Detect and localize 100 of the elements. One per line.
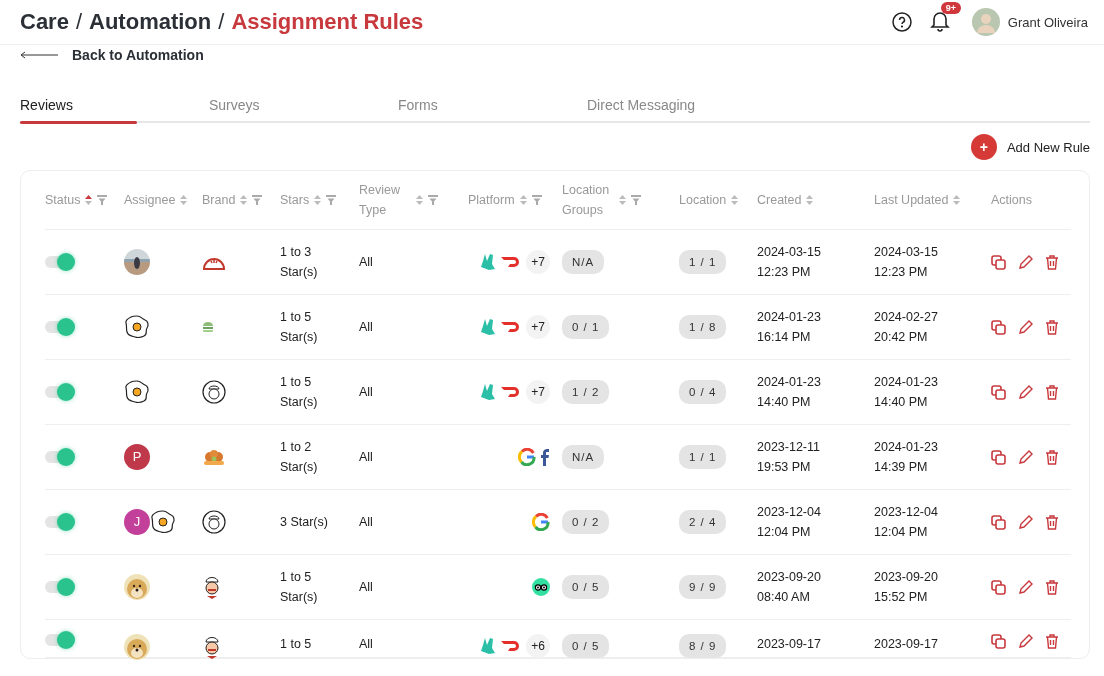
copy-icon[interactable] [991,634,1006,649]
copy-icon[interactable] [991,319,1006,335]
google-logo-icon [518,448,536,466]
status-toggle[interactable] [45,386,73,398]
column-header: Review Type [359,182,401,219]
copy-icon[interactable] [991,449,1006,465]
table-cell-text: All [359,636,373,653]
status-toggle[interactable] [45,321,73,333]
edit-icon[interactable] [1018,319,1033,335]
burger-icon [202,321,214,333]
copy-icon[interactable] [991,254,1006,270]
sort-ascending-icon[interactable] [85,194,93,206]
delete-icon[interactable] [1045,514,1059,530]
owl-logo-icon [532,578,550,596]
table-cell-text: 2024-01-23 14:39 PM [874,439,938,476]
breadcrumb-separator: / [218,9,225,35]
breadcrumb-link[interactable]: Automation [89,9,212,35]
table-cell-text: 2023-09-17 [757,636,821,653]
table-cell-text: 1 to 5 [280,636,312,653]
table-cell-text: 2024-01-23 14:40 PM [757,374,821,411]
google-logo-icon [532,513,550,531]
delete-icon[interactable] [1045,319,1059,335]
table-cell-text: 2023-09-17 [874,636,938,653]
count-pill: N/A [562,250,605,274]
dash-logo-icon [501,256,521,268]
facebook-logo-icon [540,448,550,466]
dash-logo-icon [501,321,521,333]
more-count: +7 [526,315,550,339]
table-cell-text: 2023-12-11 19:53 PM [757,439,820,476]
table-cell-text: 2024-03-15 12:23 PM [874,244,938,281]
bell-icon[interactable] [929,10,950,32]
table-cell-text: 2023-12-04 12:04 PM [874,504,938,541]
help-icon[interactable] [891,12,912,32]
column-header: Created [757,192,802,209]
count-pill: 1 / 8 [679,315,727,339]
table-cell-text: 1 to 5 Star(s) [280,569,318,606]
more-count: +7 [526,250,550,274]
table-cell-text: All [359,449,373,466]
edit-icon[interactable] [1018,579,1033,595]
delete-icon[interactable] [1045,449,1059,465]
copy-icon[interactable] [991,579,1006,595]
count-pill: 2 / 4 [679,510,727,534]
column-header: Last Updated [874,192,949,209]
count-pill: 0 / 4 [679,380,727,404]
status-toggle[interactable] [45,451,73,463]
table-cell-text: All [359,514,373,531]
tab[interactable]: Surveys [209,97,398,123]
table-cell-text: 1 to 2 Star(s) [280,439,318,476]
edit-icon[interactable] [1018,384,1033,400]
back-link[interactable]: Back to Automation [20,47,204,63]
edit-icon[interactable] [1018,449,1033,465]
edit-icon[interactable] [1018,634,1033,649]
delete-icon[interactable] [1045,579,1059,595]
table-cell-text: All [359,384,373,401]
food-bowl-icon [202,447,226,467]
copy-icon[interactable] [991,514,1006,530]
assignee-avatar: P [124,444,150,470]
tab[interactable]: Direct Messaging [587,97,787,123]
column-header: Actions [991,192,1032,209]
table-cell-text: All [359,254,373,271]
delete-icon[interactable] [1045,634,1059,649]
count-pill: N/A [562,445,605,469]
count-pill: 0 / 5 [562,575,610,599]
edit-icon[interactable] [1018,514,1033,530]
table-cell-text: 1 to 5 Star(s) [280,309,318,346]
edit-icon[interactable] [1018,254,1033,270]
copy-icon[interactable] [991,384,1006,400]
column-header: Status [45,192,81,209]
table-cell-text: 2024-03-15 12:23 PM [757,244,821,281]
table-cell-text: 2023-12-04 12:04 PM [757,504,821,541]
table-cell-text: 1 to 3 Star(s) [280,244,318,281]
fried-egg-icon [150,509,176,535]
tab[interactable]: Reviews [20,97,209,123]
status-toggle[interactable] [45,516,73,528]
table-cell-text: 1 to 5 Star(s) [280,374,318,411]
more-count: +7 [526,380,550,404]
count-pill: 0 / 1 [562,315,610,339]
status-toggle[interactable] [45,581,73,593]
column-header: Location Groups [562,182,611,219]
add-rule-button[interactable]: + Add New Rule [970,134,1090,160]
user-name[interactable]: Grant Oliveira [1007,14,1088,30]
table-cell-text: 3 Star(s) [280,514,328,531]
arrow-left-icon [20,51,58,59]
status-toggle[interactable] [45,256,73,268]
breadcrumb-separator: / [75,9,83,35]
count-pill: 0 / 2 [562,510,610,534]
breadcrumb-link[interactable]: Care [20,9,69,35]
status-toggle[interactable] [45,634,73,646]
table-cell-text: 2024-02-27 20:42 PM [874,309,938,346]
notification-badge: 9+ [940,2,962,14]
tab[interactable]: Forms [398,97,587,123]
count-pill: 1 / 2 [562,380,610,404]
column-header: Platform [468,192,515,209]
delete-icon[interactable] [1045,254,1059,270]
delete-icon[interactable] [1045,384,1059,400]
column-header: Brand [202,192,236,209]
column-header: Location [679,192,727,209]
count-pill: 0 / 5 [562,634,610,658]
count-pill: 1 / 1 [679,445,727,469]
fried-egg-icon [124,314,150,340]
